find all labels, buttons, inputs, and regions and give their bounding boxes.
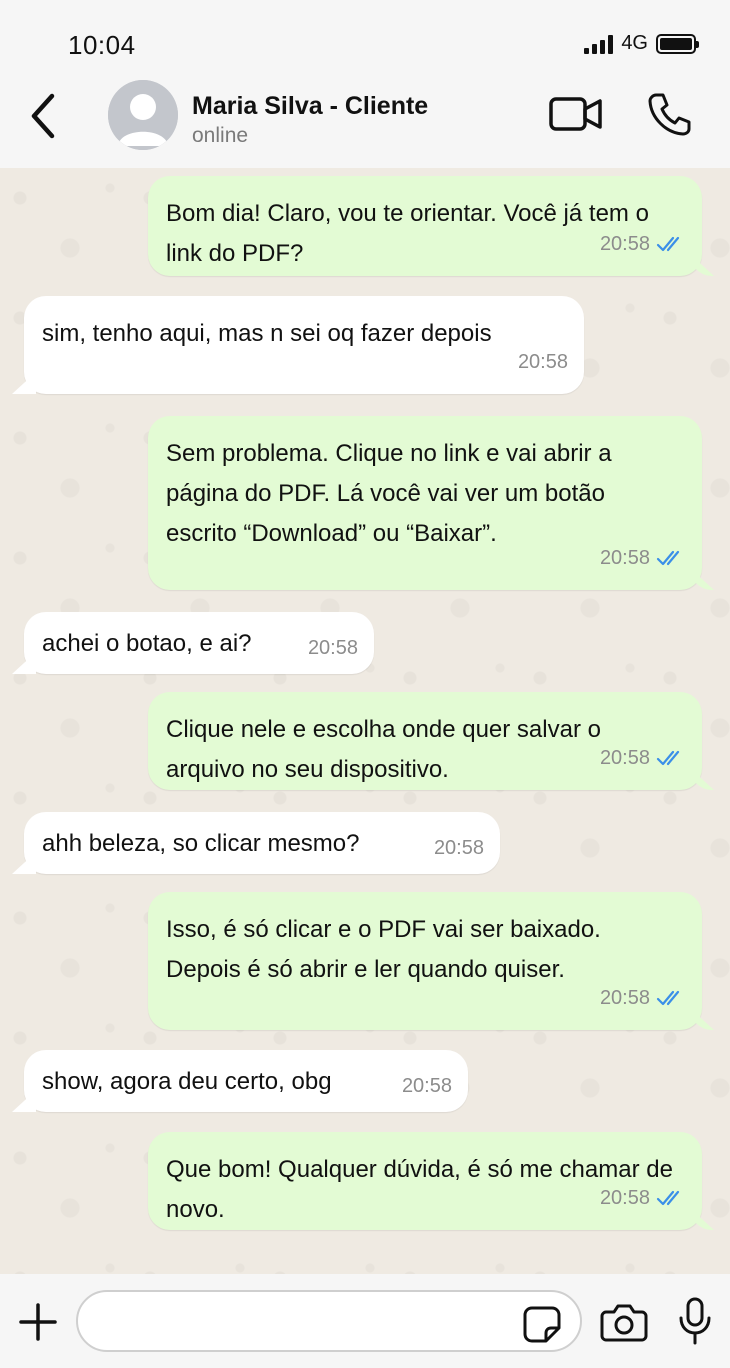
double-check-icon <box>656 236 680 252</box>
camera-button[interactable] <box>600 1302 648 1342</box>
message-time: 20:58 <box>599 747 650 769</box>
message-meta: 20:58 <box>600 738 686 778</box>
message-input[interactable] <box>76 1290 582 1352</box>
contact-name[interactable]: Maria Silva - Cliente <box>192 92 428 121</box>
message-time: 20:58 <box>599 1187 650 1209</box>
battery-icon <box>656 33 699 54</box>
message-time: 20:58 <box>401 1075 452 1097</box>
message-meta: 20:58 <box>434 828 484 868</box>
input-bar <box>0 1274 730 1368</box>
plus-icon <box>19 1303 57 1341</box>
message-time: 20:58 <box>599 233 650 255</box>
message-meta: 20:58 <box>402 1066 452 1106</box>
chat-header: Maria Silva - Cliente online <box>0 80 730 168</box>
sticker-button[interactable] <box>522 1304 562 1344</box>
chat-area[interactable]: Bom dia! Claro, vou te orientar. Você já… <box>0 168 730 1274</box>
message-meta: 20:58 <box>600 538 686 578</box>
attach-button[interactable] <box>18 1302 58 1342</box>
voice-call-button[interactable] <box>646 90 694 138</box>
status-indicators: 4G <box>584 32 699 55</box>
status-bar: 10:04 4G <box>0 0 730 80</box>
message-outgoing[interactable]: Clique nele e escolha onde quer salvar o… <box>148 692 702 790</box>
phone-icon <box>648 93 691 136</box>
message-meta: 20:58 <box>308 628 358 668</box>
avatar[interactable] <box>108 80 178 150</box>
network-type: 4G <box>621 32 648 54</box>
contact-status: online <box>192 124 249 147</box>
message-time: 20:58 <box>307 637 358 659</box>
message-incoming[interactable]: achei o botao, e ai? 20:58 <box>24 612 374 674</box>
double-check-icon <box>656 990 680 1006</box>
message-outgoing[interactable]: Sem problema. Clique no link e vai abrir… <box>148 416 702 590</box>
microphone-icon <box>679 1297 711 1345</box>
video-call-button[interactable] <box>548 92 604 136</box>
message-text: ahh beleza, so clicar mesmo? <box>42 830 360 857</box>
message-text: Sem problema. Clique no link e vai abrir… <box>166 440 612 547</box>
message-outgoing[interactable]: Isso, é só clicar e o PDF vai ser baixad… <box>148 892 702 1030</box>
message-meta: 20:58 <box>600 224 686 264</box>
message-time: 20:58 <box>517 351 568 373</box>
message-time: 20:58 <box>599 987 650 1009</box>
back-button[interactable] <box>26 92 62 140</box>
message-outgoing[interactable]: Bom dia! Claro, vou te orientar. Você já… <box>148 176 702 276</box>
microphone-button[interactable] <box>676 1296 714 1346</box>
person-icon <box>108 80 178 150</box>
double-check-icon <box>656 550 680 566</box>
message-meta: 20:58 <box>600 978 686 1018</box>
message-incoming[interactable]: show, agora deu certo, obg 20:58 <box>24 1050 468 1112</box>
message-text: sim, tenho aqui, mas n sei oq fazer depo… <box>42 320 492 347</box>
video-camera-icon <box>549 97 602 131</box>
chevron-left-icon <box>31 93 55 139</box>
message-incoming[interactable]: sim, tenho aqui, mas n sei oq fazer depo… <box>24 296 584 394</box>
message-meta: 20:58 <box>518 342 568 382</box>
message-text: show, agora deu certo, obg <box>42 1068 332 1095</box>
double-check-icon <box>656 750 680 766</box>
message-outgoing[interactable]: Que bom! Qualquer dúvida, é só me chamar… <box>148 1132 702 1230</box>
message-meta: 20:58 <box>600 1178 686 1218</box>
message-time: 20:58 <box>433 837 484 859</box>
double-check-icon <box>656 1190 680 1206</box>
signal-icon <box>584 34 614 54</box>
camera-icon <box>600 1304 648 1342</box>
message-time: 20:58 <box>599 547 650 569</box>
status-time: 10:04 <box>68 30 136 60</box>
sticker-icon <box>523 1306 561 1343</box>
message-incoming[interactable]: ahh beleza, so clicar mesmo? 20:58 <box>24 812 500 874</box>
